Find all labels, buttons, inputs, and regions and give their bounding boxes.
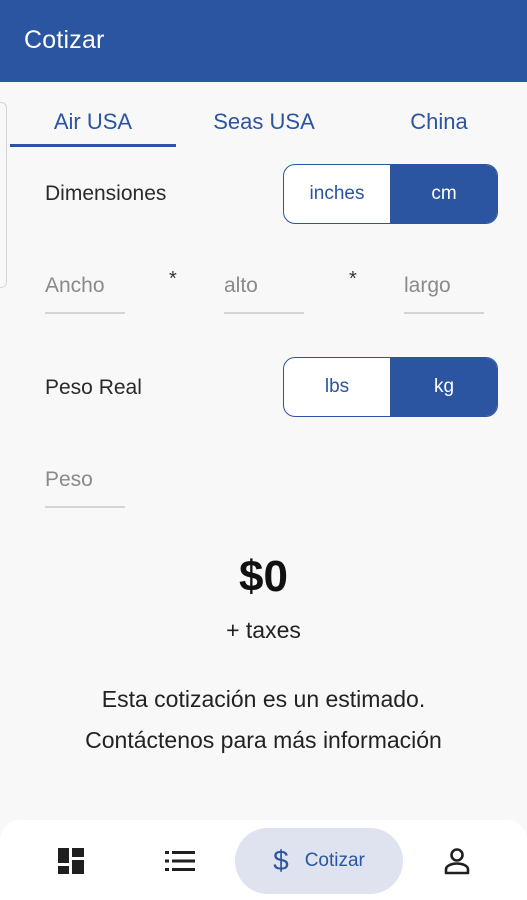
quote-note-line2: Contáctenos para más información xyxy=(85,727,442,753)
tab-bar: Air USA Seas USA China xyxy=(0,100,527,148)
height-field[interactable]: alto xyxy=(224,262,304,314)
width-placeholder: Ancho xyxy=(45,274,105,297)
unit-cm-button[interactable]: cm xyxy=(390,165,497,223)
weight-unit-toggle: lbs kg xyxy=(283,357,498,417)
weight-placeholder: Peso xyxy=(45,468,93,491)
tab-china[interactable]: China xyxy=(356,100,522,146)
tab-air-usa[interactable]: Air USA xyxy=(10,100,176,147)
width-field[interactable]: Ancho xyxy=(45,262,125,314)
multiply-sign: * xyxy=(169,268,177,290)
weight-field[interactable]: Peso xyxy=(45,456,125,508)
dimensions-label: Dimensiones xyxy=(45,182,167,205)
bottom-nav: $ Cotizar xyxy=(0,820,527,900)
dashboard-icon xyxy=(57,847,85,875)
person-icon xyxy=(443,847,471,875)
nav-dashboard-button[interactable] xyxy=(36,828,106,894)
quote-taxes: + taxes xyxy=(226,617,301,643)
unit-kg-button[interactable]: kg xyxy=(390,358,497,416)
app-bar: Cotizar xyxy=(0,0,527,82)
length-field[interactable]: largo xyxy=(404,262,484,314)
tab-seas-usa[interactable]: Seas USA xyxy=(182,100,346,146)
unit-lbs-button[interactable]: lbs xyxy=(284,358,390,416)
nav-profile-button[interactable] xyxy=(422,828,492,894)
nav-list-button[interactable] xyxy=(145,828,215,894)
length-placeholder: largo xyxy=(404,274,451,297)
nav-cotizar-button[interactable]: $ Cotizar xyxy=(235,828,403,894)
unit-inches-button[interactable]: inches xyxy=(284,165,390,223)
multiply-sign: * xyxy=(349,268,357,290)
dimension-unit-toggle: inches cm xyxy=(283,164,498,224)
dollar-icon: $ xyxy=(273,845,289,876)
nav-cotizar-label: Cotizar xyxy=(304,850,365,871)
height-placeholder: alto xyxy=(224,274,258,297)
weight-label: Peso Real xyxy=(45,376,142,399)
list-icon xyxy=(165,849,195,873)
quote-note-line1: Esta cotización es un estimado. xyxy=(101,686,426,712)
quote-price: $0 xyxy=(239,552,288,601)
page-title: Cotizar xyxy=(24,26,105,54)
